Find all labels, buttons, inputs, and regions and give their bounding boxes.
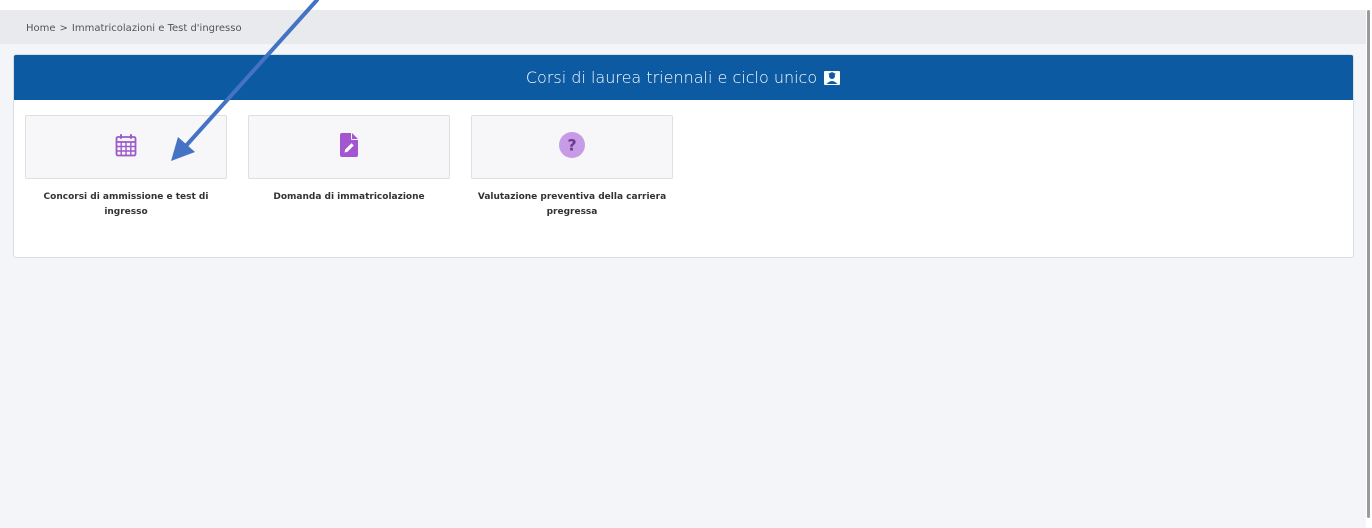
calendar-icon [115,133,137,161]
graduate-icon [823,70,841,86]
scrollbar[interactable] [1366,0,1372,528]
svg-text:?: ? [567,136,576,155]
breadcrumb: Home > Immatricolazioni e Test d'ingresso [0,10,1366,44]
section-card: Corsi di laurea triennali e ciclo unico [13,54,1354,258]
tile-label-valutazione[interactable]: Valutazione preventiva della carriera pr… [471,190,673,220]
page: Home > Immatricolazioni e Test d'ingresso … [0,10,1366,528]
tile-domanda-immatricolazione[interactable] [248,115,450,179]
breadcrumb-separator: > [59,23,68,34]
scrollbar-thumb[interactable] [1367,10,1370,518]
breadcrumb-home[interactable]: Home [26,23,56,34]
question-icon: ? [559,132,585,162]
tile-label-concorsi[interactable]: Concorsi di ammissione e test di ingress… [25,190,227,220]
section-title: Corsi di laurea triennali e ciclo unico [525,68,818,87]
tile-concorsi-ammissione[interactable] [25,115,227,179]
tile-label-domanda[interactable]: Domanda di immatricolazione [248,190,450,205]
section-header: Corsi di laurea triennali e ciclo unico [14,55,1353,100]
breadcrumb-current: Immatricolazioni e Test d'ingresso [71,23,242,34]
tile-valutazione-carriera[interactable]: ? [471,115,673,179]
file-edit-icon [340,133,358,161]
